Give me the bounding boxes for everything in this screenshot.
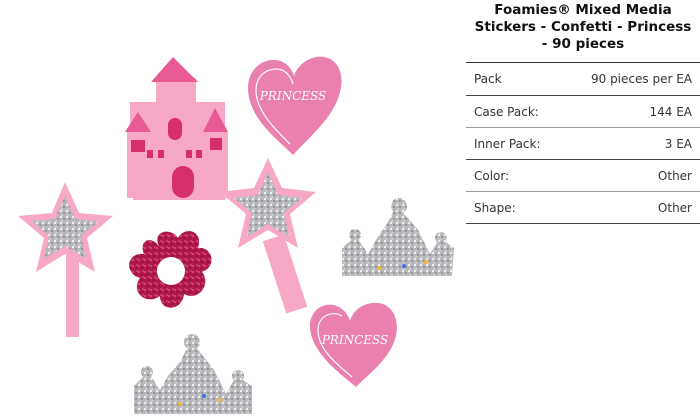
- princess-heart-sticker-bottom: PRINCESS: [309, 302, 397, 387]
- spec-value: 144 EA: [649, 104, 692, 119]
- castle-sticker: [125, 57, 228, 200]
- star-wand-sticker-right: [220, 158, 316, 314]
- flower-sticker: [129, 231, 212, 308]
- spec-label: Pack: [474, 72, 502, 86]
- spec-row-shape: Shape: Other: [466, 192, 700, 224]
- spec-label: Inner Pack:: [474, 136, 541, 151]
- product-image: PRINCESS PRINCESS: [0, 0, 467, 420]
- star-wand-sticker-left: [18, 182, 113, 337]
- crown-sticker-right: [342, 198, 454, 276]
- spec-label: Shape:: [474, 200, 516, 215]
- spec-row-case-pack: Case Pack: 144 EA: [466, 96, 700, 128]
- product-info-panel: Foamies® Mixed Media Stickers - Confetti…: [466, 0, 700, 420]
- heart-text-top: PRINCESS: [259, 89, 327, 103]
- spec-value: 90 pieces per EA: [590, 72, 692, 86]
- spec-label: Color:: [474, 168, 510, 183]
- crown-sticker-bottom: [134, 334, 252, 414]
- spec-row-pack: Pack 90 pieces per EA: [466, 63, 700, 96]
- spec-value: 3 EA: [664, 136, 692, 151]
- product-title: Foamies® Mixed Media Stickers - Confetti…: [474, 2, 692, 52]
- spec-table: Pack 90 pieces per EA Case Pack: 144 EA …: [466, 62, 700, 224]
- spec-row-color: Color: Other: [466, 160, 700, 192]
- spec-label: Case Pack:: [474, 104, 539, 119]
- spec-row-inner-pack: Inner Pack: 3 EA: [466, 128, 700, 160]
- spec-value: Other: [657, 200, 692, 215]
- spec-value: Other: [657, 168, 692, 183]
- princess-heart-sticker-top: PRINCESS: [248, 56, 342, 156]
- heart-text-bottom: PRINCESS: [321, 333, 389, 347]
